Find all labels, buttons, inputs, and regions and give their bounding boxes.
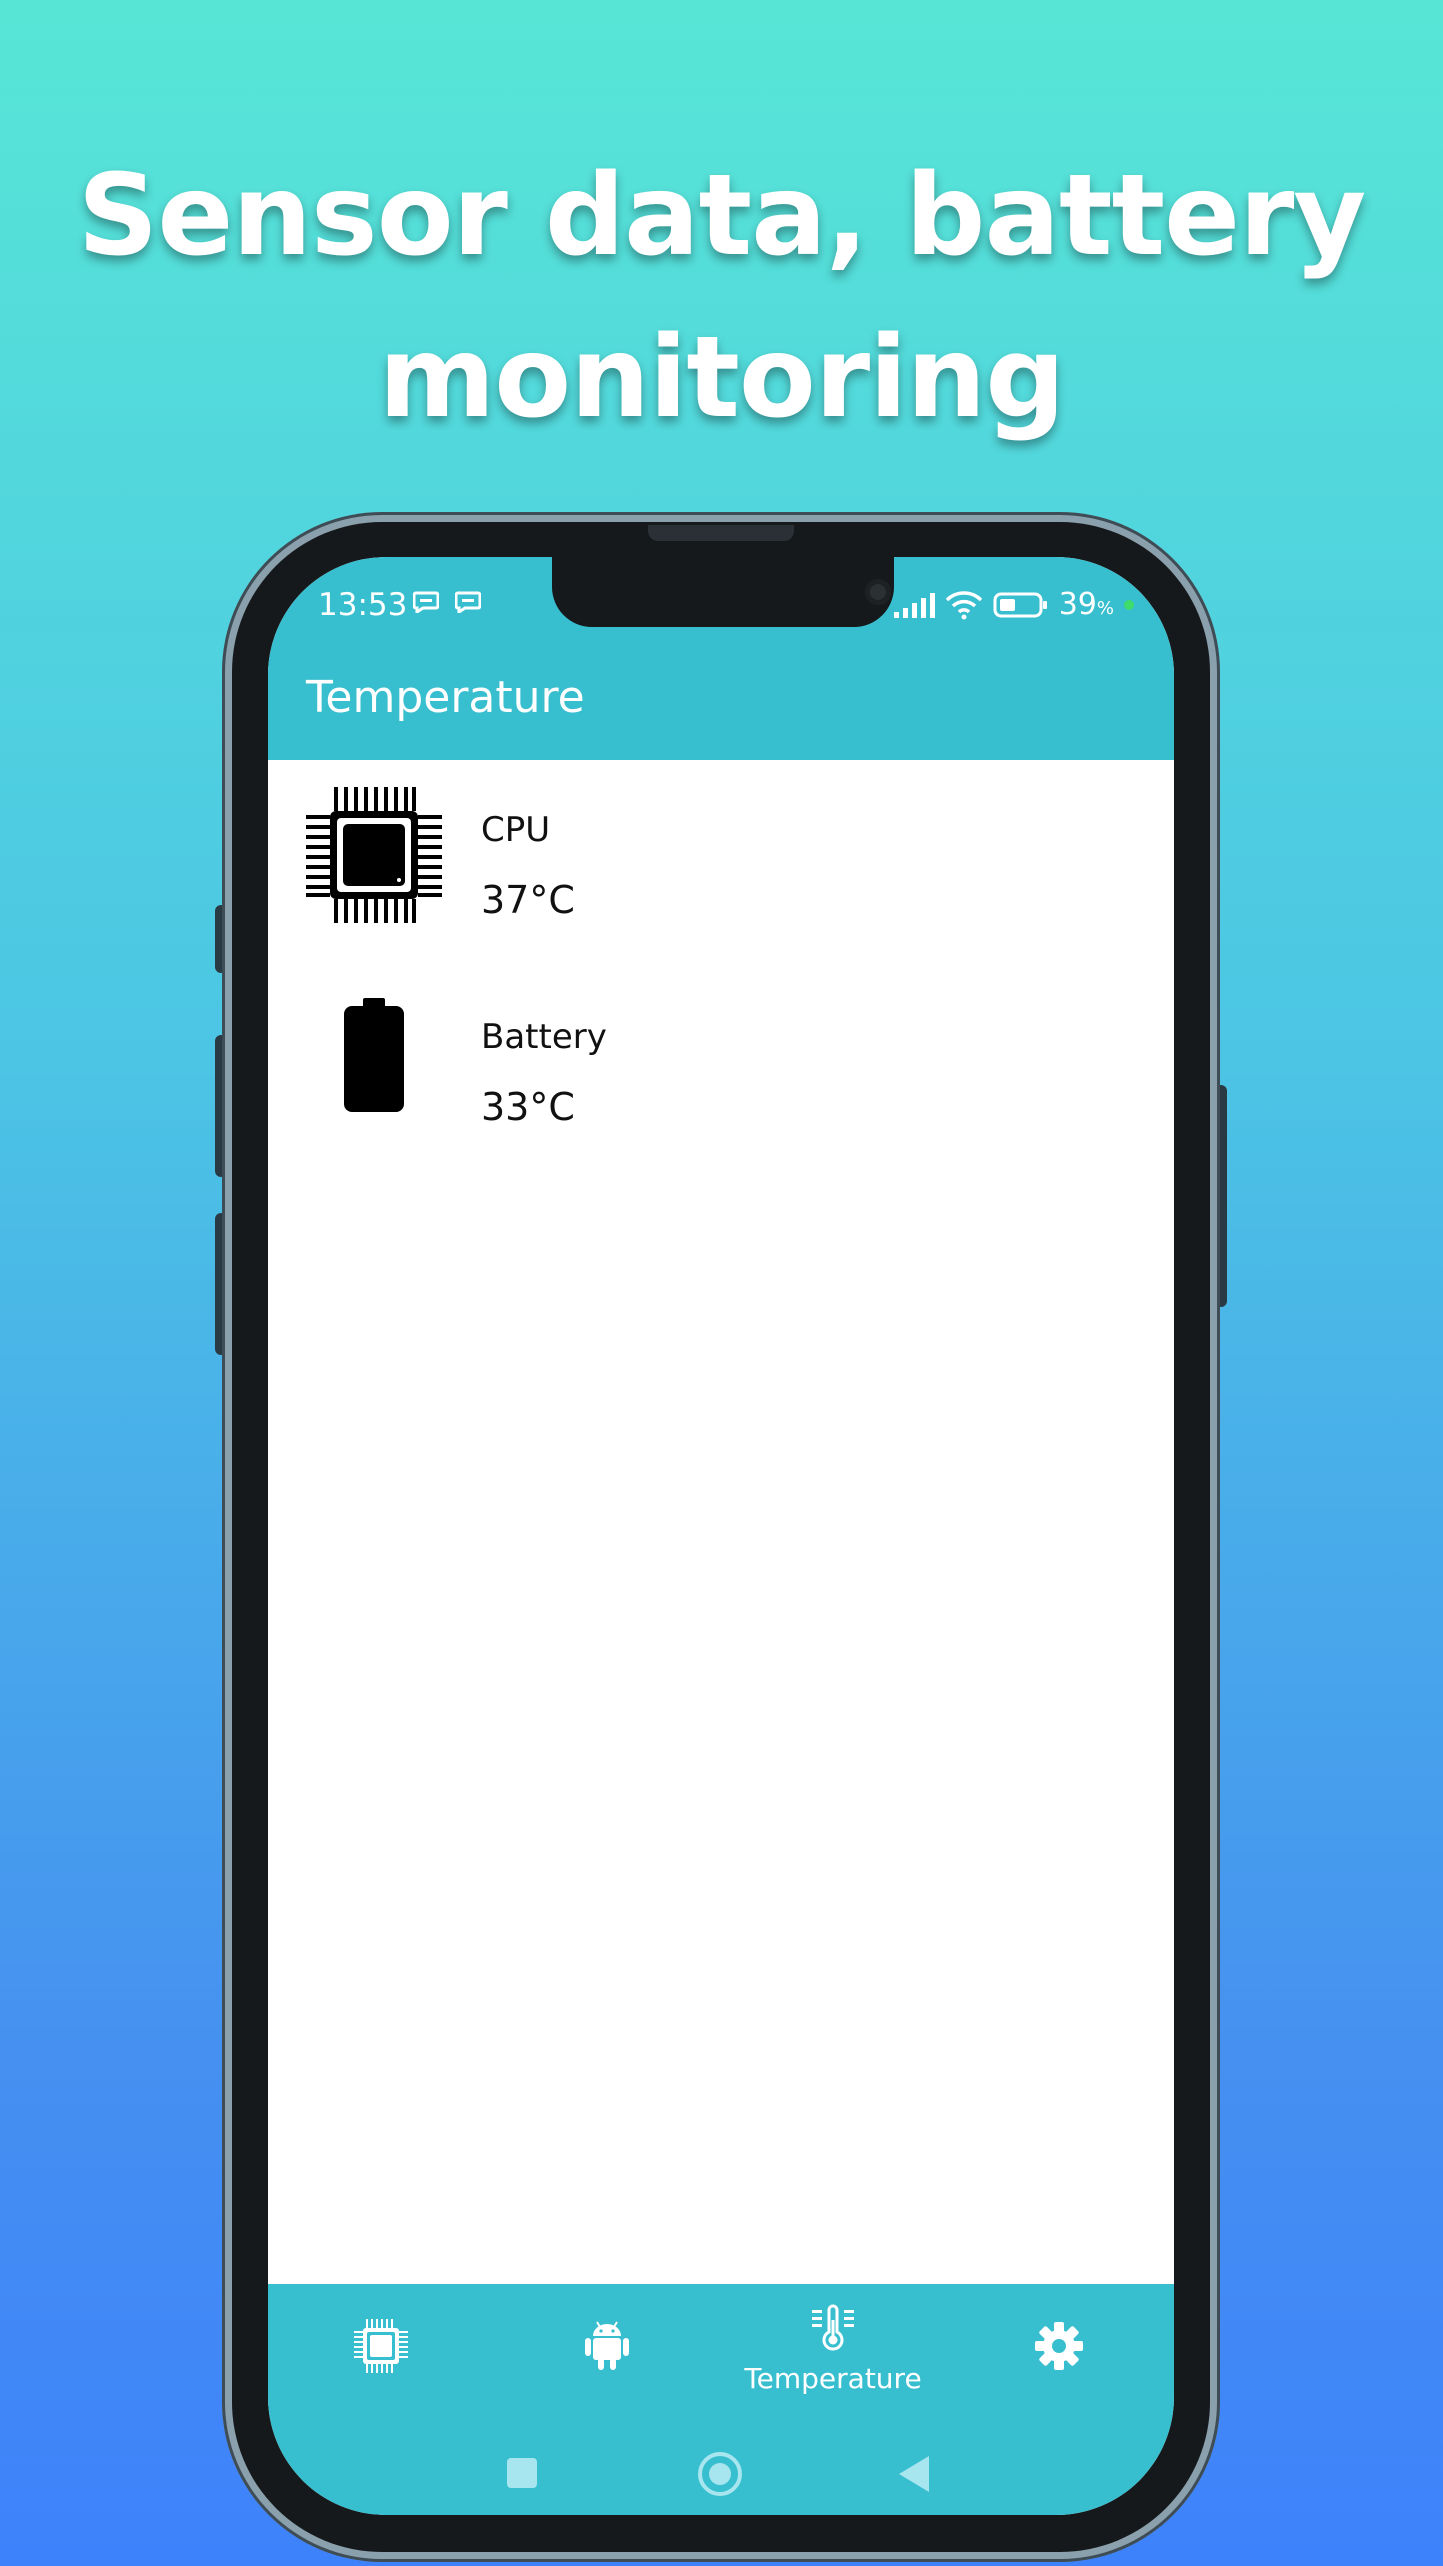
nav-item-temperature[interactable]: Temperature bbox=[720, 2284, 946, 2424]
thermometer-icon bbox=[812, 2304, 854, 2351]
headline-line-1: Sensor data, battery bbox=[77, 151, 1367, 281]
nav-item-settings[interactable] bbox=[946, 2284, 1172, 2424]
sensor-value: 33°C bbox=[481, 1085, 575, 1129]
nav-item-android[interactable] bbox=[494, 2284, 720, 2424]
nav-item-cpu[interactable] bbox=[268, 2284, 494, 2424]
sensor-row-battery: Battery 33°C bbox=[268, 992, 1174, 1172]
sensor-label: CPU bbox=[481, 810, 551, 850]
phone-speaker bbox=[648, 525, 794, 541]
notch bbox=[552, 557, 894, 627]
cpu-chip-icon bbox=[354, 2319, 408, 2373]
sensor-label: Battery bbox=[481, 1017, 607, 1057]
headline-line-2: monitoring bbox=[378, 313, 1066, 443]
sensor-value: 37°C bbox=[481, 878, 575, 922]
back-triangle-icon[interactable] bbox=[895, 2454, 933, 2494]
page-title: Temperature bbox=[306, 672, 585, 723]
privacy-indicator-dot bbox=[1124, 599, 1134, 610]
front-camera bbox=[865, 579, 891, 605]
android-icon bbox=[585, 2321, 629, 2370]
recents-square-icon[interactable] bbox=[505, 2456, 539, 2490]
nav-label-temperature: Temperature bbox=[744, 2362, 922, 2395]
sensor-row-cpu: CPU 37°C bbox=[268, 785, 1174, 965]
battery-percent-value: 39 bbox=[1058, 587, 1097, 622]
app-top-bar: 13:53 39% Temperature bbox=[268, 557, 1174, 760]
battery-percent-sign: % bbox=[1096, 598, 1114, 619]
phone-screen: 13:53 39% Temperature CPU 37°C Battery 3… bbox=[268, 557, 1174, 2515]
wifi-icon bbox=[945, 590, 982, 619]
status-time: 13:53 bbox=[318, 587, 408, 623]
status-indicators: 39% bbox=[893, 587, 1134, 622]
message-notification-icon bbox=[413, 591, 439, 613]
battery-status-icon bbox=[993, 592, 1047, 617]
cpu-chip-icon bbox=[306, 787, 442, 923]
signal-icon bbox=[893, 592, 935, 618]
battery-icon bbox=[344, 998, 404, 1112]
bottom-navigation: Temperature bbox=[268, 2284, 1174, 2515]
headline: Sensor data, battery monitoring bbox=[0, 135, 1443, 459]
home-circle-icon[interactable] bbox=[697, 2451, 743, 2497]
message-notification-icon bbox=[455, 591, 481, 613]
gear-icon bbox=[1035, 2322, 1083, 2370]
battery-percent: 39% bbox=[1059, 587, 1114, 622]
